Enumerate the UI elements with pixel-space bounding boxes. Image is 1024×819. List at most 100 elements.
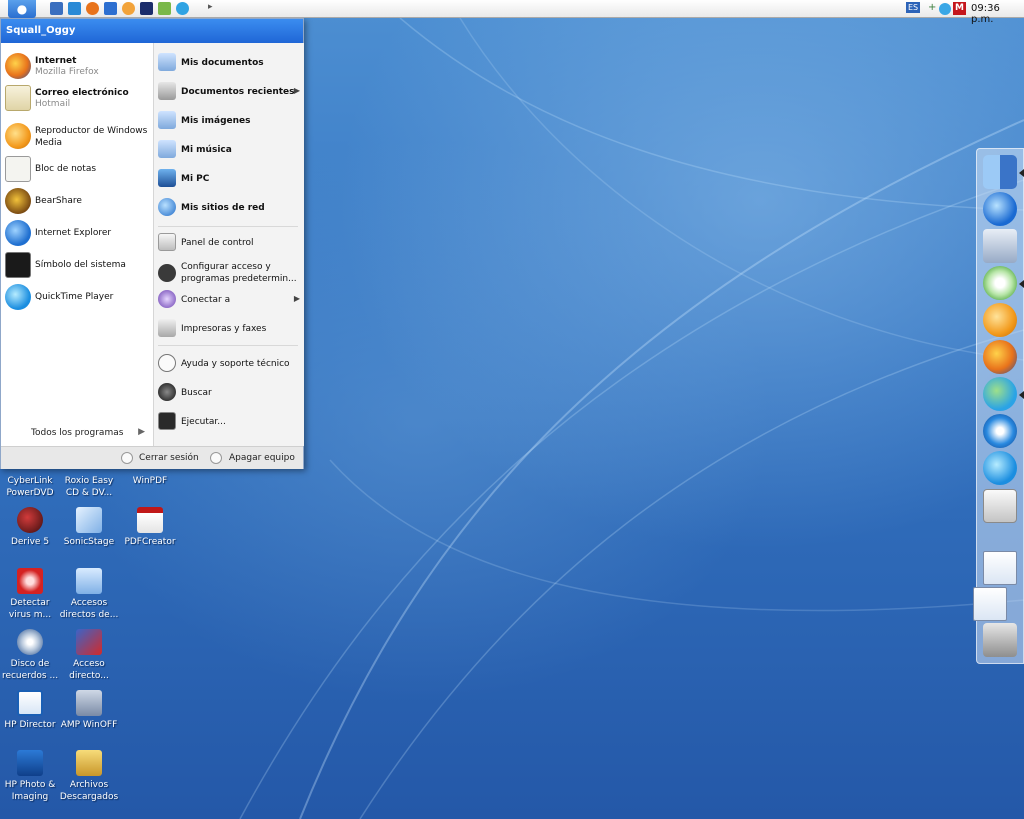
menu-item-recent-documents[interactable]: Documentos recientes ▶ (158, 81, 302, 103)
mediaplayer-icon[interactable] (122, 2, 135, 15)
desktop-icon-memories-disc[interactable]: Disco de recuerdos ... (0, 629, 60, 682)
menu-item-connect-to[interactable]: Conectar a ▶ (158, 289, 302, 311)
mediaplayer-icon (5, 123, 31, 149)
menu-item-program-access[interactable]: Configurar acceso y programas predetermi… (158, 259, 302, 287)
finder-icon[interactable] (983, 155, 1017, 189)
control-panel-icon[interactable] (983, 489, 1017, 523)
logoff-button[interactable]: Cerrar sesión (121, 451, 201, 466)
messenger-icon[interactable] (939, 3, 951, 15)
menu-item-control-panel[interactable]: Panel de control (158, 232, 302, 254)
itunes-icon[interactable] (158, 2, 171, 15)
itunes-icon[interactable] (983, 266, 1017, 300)
menu-item-windows-media[interactable]: Reproductor de Windows Media (5, 121, 151, 151)
desktop-icon-roxio[interactable]: Roxio Easy CD & DV... (59, 470, 119, 499)
network-window-icon[interactable] (973, 587, 1007, 621)
downloads-folder-icon (76, 750, 102, 776)
desktop-icon-antivirus[interactable]: Detectar virus m... (0, 568, 60, 621)
network-icon[interactable]: + (928, 2, 936, 13)
apple-icon: ● (16, 2, 28, 16)
menu-item-label: Mis documentos (181, 58, 264, 68)
running-indicator-icon (1019, 391, 1024, 399)
mcafee-icon[interactable]: M (953, 2, 966, 15)
hp-director-icon (17, 690, 43, 716)
desktop-icon-sonicstage[interactable]: SonicStage (59, 507, 119, 548)
top-menubar: ● ▸ ES + M 09:36 p.m. (0, 0, 1024, 25)
desktop-icon-shortcut[interactable]: Acceso directo... (59, 629, 119, 682)
mail-icon[interactable] (983, 229, 1017, 263)
dock (973, 148, 1024, 664)
divider (158, 345, 298, 346)
ie-icon[interactable] (50, 2, 63, 15)
mail-icon (5, 85, 31, 111)
apple-menu-button[interactable]: ● (8, 0, 36, 18)
menu-item-printers[interactable]: Impresoras y faxes (158, 318, 302, 340)
computer-icon (158, 169, 176, 187)
firefox-icon[interactable] (86, 2, 99, 15)
menu-item-bearshare[interactable]: BearShare (5, 186, 151, 216)
logoff-label: Cerrar sesión (139, 453, 199, 463)
desktop-icon-label: Disco de recuerdos ... (1, 659, 59, 681)
menu-item-search[interactable]: Buscar (158, 382, 302, 404)
menu-item-label: Ejecutar... (181, 417, 226, 427)
menu-item-email[interactable]: Correo electrónico Hotmail (5, 83, 151, 113)
menu-item-title: BearShare (35, 196, 82, 206)
menu-item-notepad[interactable]: Bloc de notas (5, 154, 151, 184)
submenu-arrow-icon: ▶ (293, 294, 300, 303)
bearshare-icon (5, 188, 31, 214)
printer-icon (158, 319, 176, 337)
messenger-icon[interactable] (983, 377, 1017, 411)
desktop-icon-label: Derive 5 (10, 537, 50, 547)
sonicstage-icon (76, 507, 102, 533)
quicktime-icon[interactable] (176, 2, 189, 15)
desktop-icon-pdfcreator[interactable]: PDFCreator (120, 507, 180, 548)
menu-item-my-music[interactable]: Mi música (158, 139, 302, 161)
control-panel-icon (158, 233, 176, 251)
menu-item-internet[interactable]: Internet Mozilla Firefox (5, 51, 151, 81)
desktop-icon-amp-winoff[interactable]: AMP WinOFF (59, 690, 119, 731)
ie-icon[interactable] (983, 192, 1017, 226)
mediaplayer-icon[interactable] (68, 2, 81, 15)
desktop-icon-winpdf[interactable]: WinPDF (120, 470, 180, 487)
start-menu-footer: Cerrar sesión Apagar equipo (1, 446, 303, 469)
language-indicator[interactable]: ES (906, 2, 921, 13)
hp-photo-icon (17, 750, 43, 776)
desktop-icon-shortcuts-folder[interactable]: Accesos directos de... (59, 568, 119, 621)
menu-item-internet-explorer[interactable]: Internet Explorer (5, 218, 151, 248)
shutdown-label: Apagar equipo (229, 453, 295, 463)
menu-item-help[interactable]: Ayuda y soporte técnico (158, 353, 302, 375)
desktop-icon-powerdvd[interactable]: CyberLink PowerDVD (0, 470, 60, 499)
desktop-icon-label: HP Director (4, 720, 56, 730)
desktop-icon-hp-photo[interactable]: HP Photo & Imaging (0, 750, 60, 803)
start-menu: Squall_Oggy Internet Mozilla Firefox Cor… (0, 18, 304, 469)
run-icon (158, 412, 176, 430)
menu-item-my-documents[interactable]: Mis documentos (158, 52, 302, 74)
chevron-right-icon[interactable]: ▸ (208, 2, 213, 12)
menu-item-network-places[interactable]: Mis sitios de red (158, 197, 302, 219)
music-icon (158, 140, 176, 158)
clock[interactable]: 09:36 p.m. (971, 3, 1024, 25)
trash-icon[interactable] (983, 623, 1017, 657)
quicktime-icon[interactable] (983, 451, 1017, 485)
menu-item-label: Conectar a (181, 295, 231, 305)
music-window-icon[interactable] (983, 551, 1017, 585)
menu-item-my-pictures[interactable]: Mis imágenes (158, 110, 302, 132)
recent-icon (158, 82, 176, 100)
winamp-icon[interactable] (140, 2, 153, 15)
desktop-icon-derive[interactable]: Derive 5 (0, 507, 60, 548)
menu-item-my-computer[interactable]: Mi PC (158, 168, 302, 190)
checkmark-icon (158, 264, 176, 282)
menu-item-quicktime[interactable]: QuickTime Player (5, 282, 151, 312)
disc-icon (17, 629, 43, 655)
quicktime-icon[interactable] (983, 414, 1017, 448)
menu-item-label: Configurar acceso y programas predetermi… (181, 262, 297, 284)
mediaplayer-icon[interactable] (983, 303, 1017, 337)
menu-item-command-prompt[interactable]: Símbolo del sistema (5, 250, 151, 280)
search-icon (158, 383, 176, 401)
firefox-icon[interactable] (983, 340, 1017, 374)
all-programs-button[interactable]: Todos los programas ▶ (31, 427, 147, 441)
desktop-icon-downloads[interactable]: Archivos Descargados (59, 750, 119, 803)
desktop-icon-hp-director[interactable]: HP Director (0, 690, 60, 731)
shutdown-button[interactable]: Apagar equipo (210, 451, 300, 466)
bearshare-icon[interactable] (104, 2, 117, 15)
menu-item-run[interactable]: Ejecutar... (158, 411, 302, 433)
